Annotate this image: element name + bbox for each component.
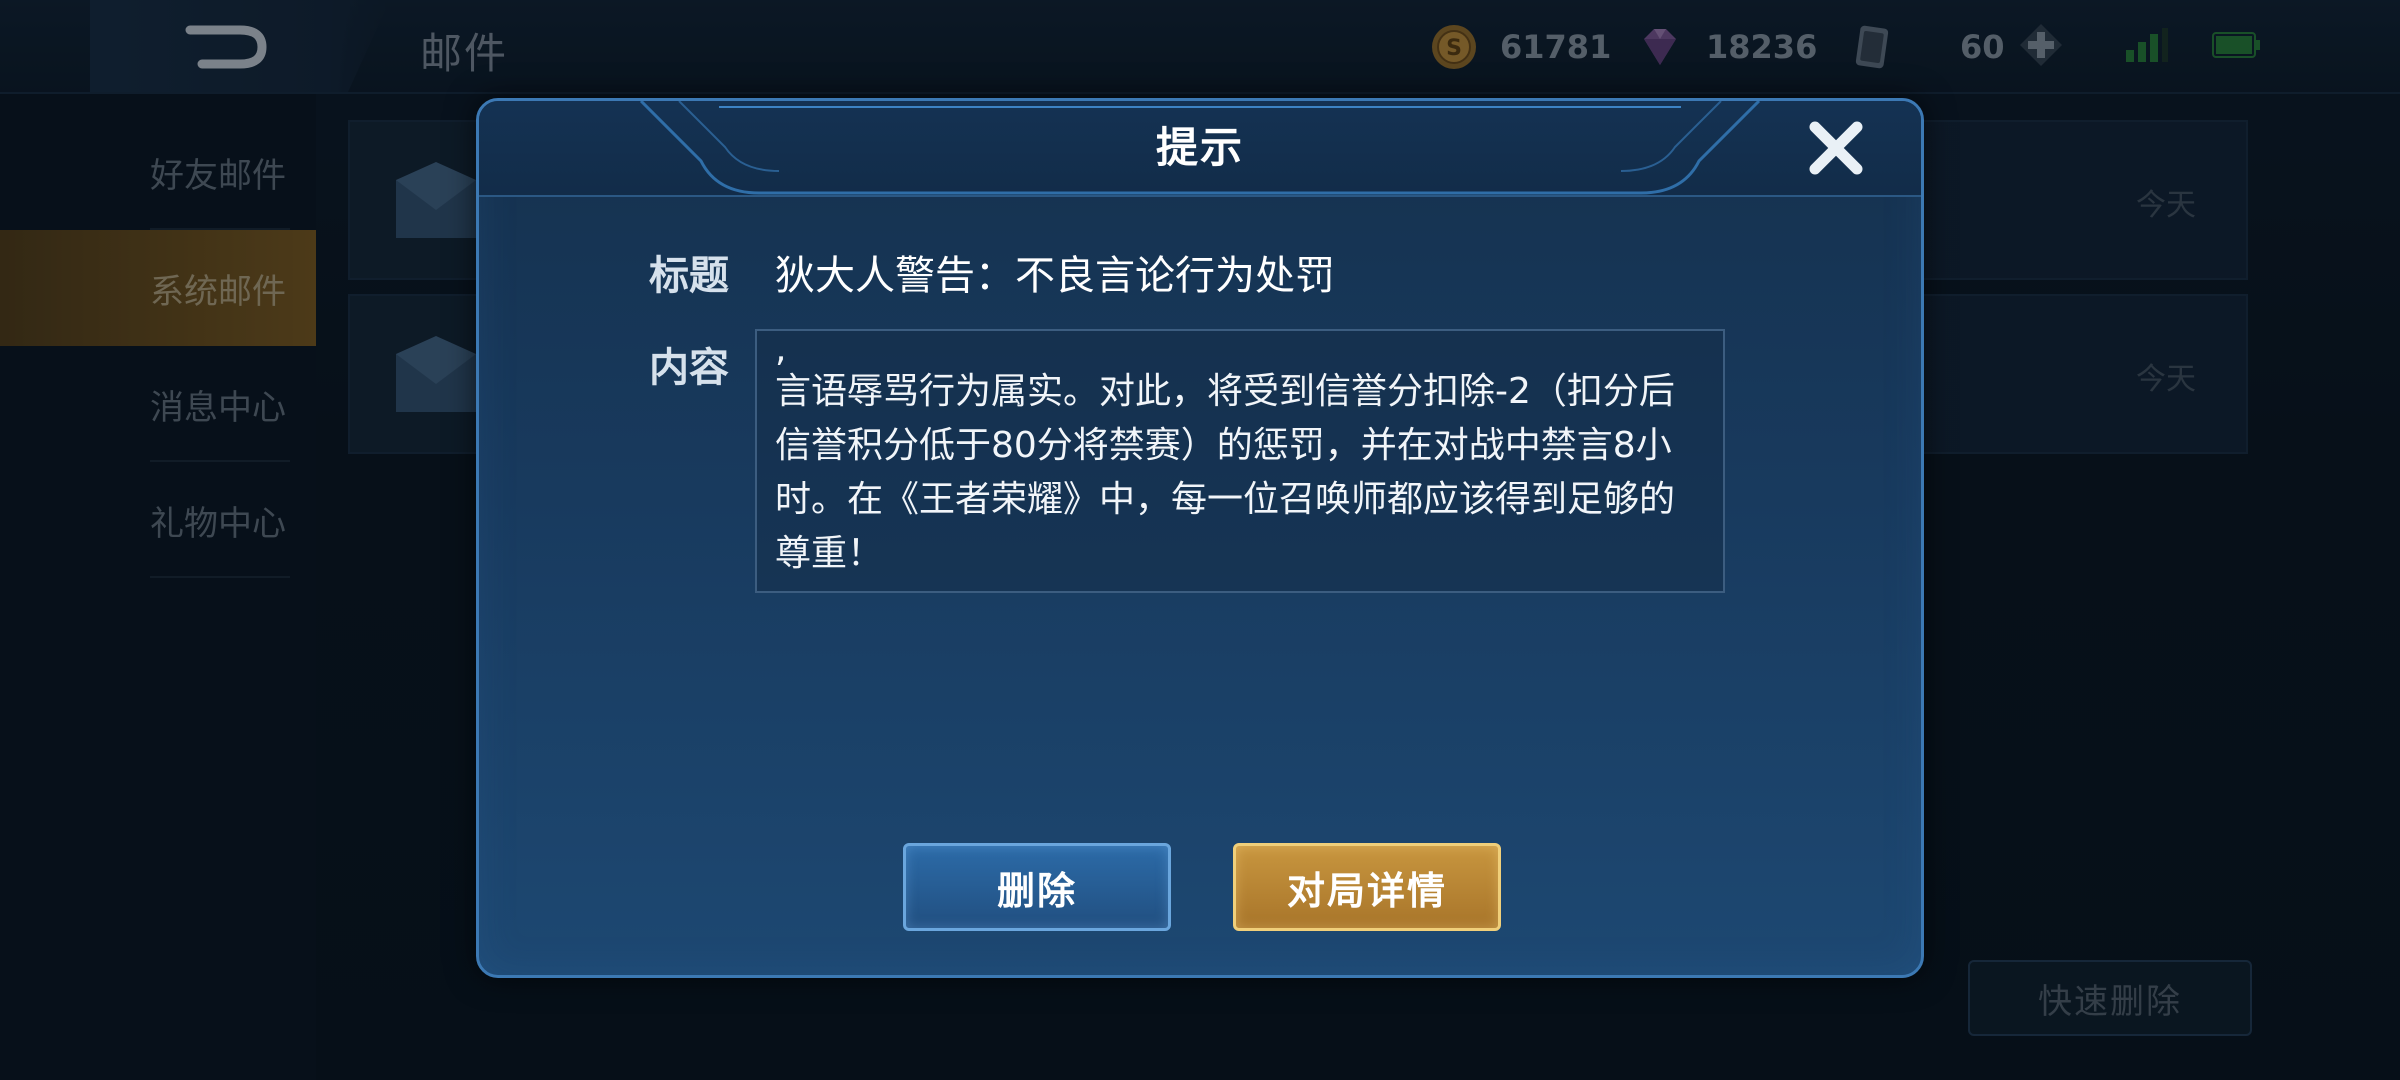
mail-content-text: 言语辱骂行为属实。对此，将受到信誉分扣除-2（扣分后信誉积分低于80分将禁赛）的…: [775, 371, 1676, 574]
subject-label: 标题: [649, 253, 729, 299]
mail-content-box[interactable]: , 言语辱骂行为属实。对此，将受到信誉分扣除-2（扣分后信誉积分低于80分将禁赛…: [755, 329, 1725, 593]
content-lead: ,: [775, 329, 787, 370]
mail-screen: 邮件 S 61781 18236 60 好友邮件 系统邮件 消息中心 礼物中心 …: [0, 0, 2400, 1080]
match-details-button[interactable]: 对局详情: [1233, 843, 1501, 931]
close-icon[interactable]: [1803, 115, 1869, 181]
dialog-title: 提示: [1155, 123, 1244, 172]
content-label: 内容: [649, 345, 729, 391]
dialog-header: 提示: [479, 101, 1921, 197]
mail-detail-dialog: 提示 标题 狄大人警告：不良言论行为处罚 内容 , 言语辱骂行为属实。对此，将受…: [476, 98, 1924, 978]
delete-button[interactable]: 删除: [903, 843, 1171, 931]
mail-subject: 狄大人警告：不良言论行为处罚: [775, 253, 1335, 299]
